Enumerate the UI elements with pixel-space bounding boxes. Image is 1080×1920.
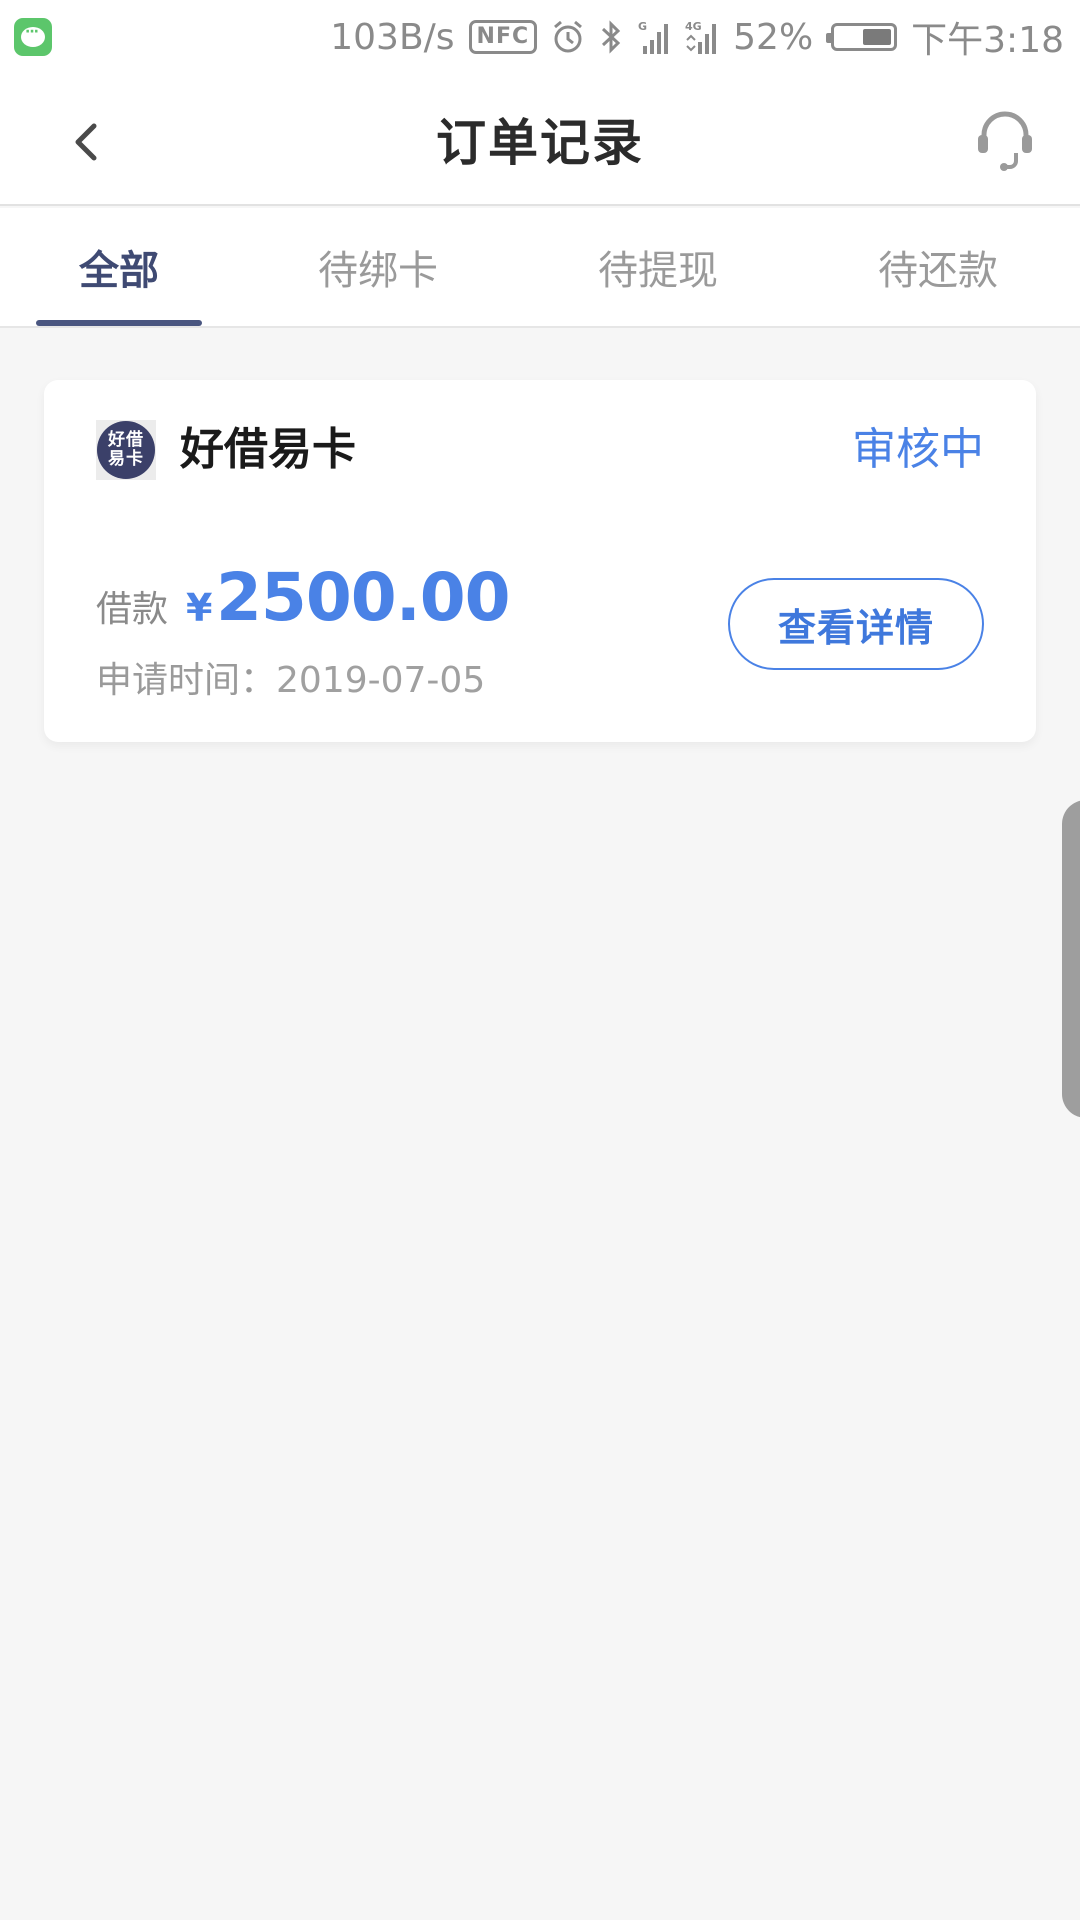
battery-percent: 52% — [733, 16, 814, 58]
status-badge: 审核中 — [852, 424, 984, 475]
nfc-icon: NFC — [468, 20, 538, 54]
order-card[interactable]: 好借 易卡 好借易卡 审核中 借款 ¥ 2500.00 申请时间：2019-07… — [44, 380, 1036, 742]
apply-date: 2019-07-05 — [276, 660, 486, 701]
product-name: 好借易卡 — [180, 424, 356, 475]
page-title: 订单记录 — [436, 114, 644, 172]
network-speed: 103B/s — [330, 16, 455, 58]
battery-icon — [826, 23, 898, 51]
wechat-notification-icon — [14, 18, 52, 56]
apply-time: 申请时间：2019-07-05 — [96, 656, 485, 706]
currency-symbol: ¥ — [186, 586, 213, 630]
chevron-left-icon — [75, 123, 97, 161]
product-logo: 好借 易卡 — [96, 420, 156, 480]
signal-g-icon: G — [637, 18, 671, 56]
back-button[interactable] — [60, 114, 110, 170]
clock: 下午3:18 — [911, 20, 1064, 61]
logo-line-1: 好借 — [108, 430, 144, 450]
tab-all[interactable]: 全部 — [36, 208, 202, 326]
net-g-label: G — [638, 20, 647, 33]
screen: 103B/s NFC G — [0, 0, 1080, 1920]
alarm-icon — [551, 19, 585, 55]
signal-4g-icon: 4G — [685, 18, 719, 56]
battery-fill — [863, 29, 892, 45]
tab-pending-repay[interactable]: 待还款 — [860, 208, 1016, 326]
logo-line-2: 易卡 — [108, 449, 144, 469]
status-right: 103B/s NFC G 4G 52% 下午3:18 — [330, 11, 1064, 63]
loan-amount: 2500.00 — [216, 559, 511, 636]
headset-icon — [978, 111, 1032, 171]
view-details-button[interactable]: 查看详情 — [728, 578, 984, 670]
active-tab-indicator — [36, 320, 202, 326]
tab-pending-withdraw[interactable]: 待提现 — [580, 208, 736, 326]
customer-service-button[interactable] — [970, 104, 1040, 176]
floating-side-handle[interactable] — [1062, 800, 1080, 1118]
net-4g-label: 4G — [685, 20, 702, 33]
loan-label: 借款 — [96, 589, 169, 630]
product-logo-badge: 好借 易卡 — [97, 421, 155, 479]
nav-bar: 订单记录 — [0, 74, 1080, 206]
apply-time-label: 申请时间： — [96, 660, 277, 701]
bluetooth-icon — [599, 19, 623, 55]
status-bar: 103B/s NFC G — [0, 0, 1080, 74]
order-tabs: 全部 待绑卡 待提现 待还款 — [0, 208, 1080, 328]
tab-pending-bind-card[interactable]: 待绑卡 — [300, 208, 456, 326]
